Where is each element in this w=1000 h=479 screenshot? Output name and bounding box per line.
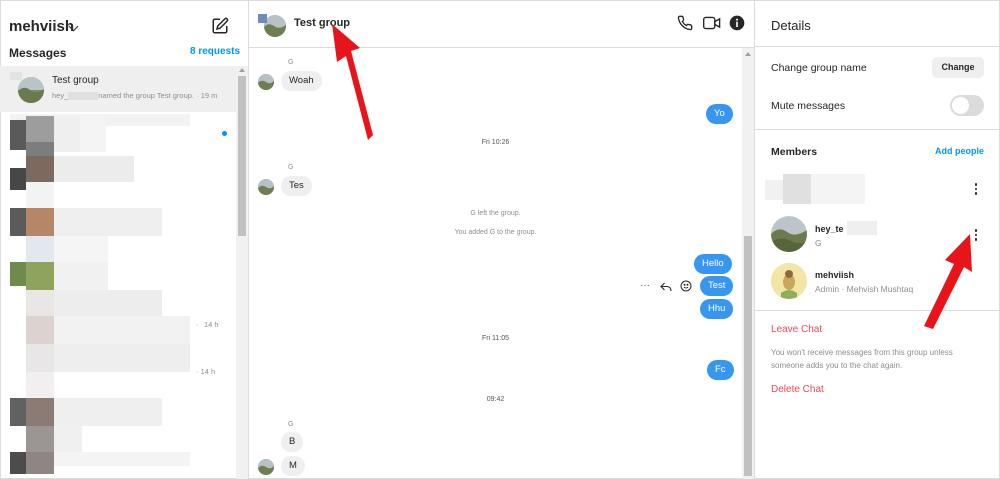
sender-name: G — [288, 59, 294, 66]
thread-time: · 14 h — [196, 367, 216, 376]
leave-chat-note: You won't receive messages from this gro… — [771, 348, 953, 370]
message-bubble-outgoing[interactable]: Fc — [707, 360, 734, 380]
member-name[interactable]: mehviish — [815, 270, 854, 280]
video-call-icon[interactable] — [703, 15, 721, 31]
info-icon[interactable] — [729, 15, 745, 31]
message-bubble-incoming[interactable]: Woah — [281, 71, 322, 91]
system-message: G left the group. — [470, 210, 521, 217]
compose-icon[interactable] — [211, 17, 229, 35]
annotation-arrow-icon — [924, 234, 972, 329]
member-avatar — [771, 263, 807, 299]
thread-name: Test group — [52, 75, 99, 86]
mute-messages-toggle[interactable] — [950, 95, 984, 116]
group-avatar — [18, 77, 44, 103]
divider — [755, 129, 1000, 130]
unread-indicator — [222, 131, 227, 136]
thread-preview: hey_ named the group Test group. · 19 m — [52, 91, 218, 101]
timestamp-divider: Fri 11:05 — [481, 335, 510, 342]
chat-scrollbar[interactable] — [742, 48, 754, 479]
leave-chat-button[interactable]: Leave Chat — [771, 324, 822, 335]
inbox-sidebar: mehviish Messages 8 requests Test group … — [0, 0, 249, 479]
add-people-link[interactable]: Add people — [935, 146, 984, 156]
delete-chat-button[interactable]: Delete Chat — [771, 384, 824, 395]
message-actions: ··· — [640, 280, 694, 294]
message-bubble-incoming[interactable]: Tes — [281, 176, 312, 196]
phone-icon[interactable] — [677, 15, 693, 31]
details-title: Details — [771, 18, 811, 33]
sender-avatar — [258, 179, 274, 195]
sender-avatar — [258, 74, 274, 90]
sender-name: G — [288, 164, 294, 171]
group-avatar[interactable] — [264, 15, 286, 37]
emoji-react-icon[interactable] — [680, 280, 692, 292]
divider — [755, 46, 1000, 47]
message-bubble-outgoing[interactable]: Hello — [694, 254, 732, 274]
member-name[interactable]: hey_te — [815, 224, 844, 234]
system-message: You added G to the group. — [454, 229, 537, 236]
account-username[interactable]: mehviish — [9, 18, 74, 35]
change-group-name-label: Change group name — [771, 62, 867, 74]
members-heading: Members — [771, 146, 818, 158]
sidebar-scrollbar[interactable] — [236, 66, 248, 479]
more-options-icon[interactable]: ··· — [640, 280, 650, 291]
annotation-arrow-icon — [332, 24, 373, 140]
sender-name: G — [288, 421, 294, 428]
messages-heading: Messages — [9, 46, 67, 60]
reply-icon[interactable] — [660, 281, 672, 292]
time-dot: · — [196, 320, 199, 329]
change-group-name-button[interactable]: Change — [932, 57, 984, 78]
secondary-avatar — [258, 14, 267, 23]
member-avatar — [771, 216, 807, 252]
blurred-name — [847, 221, 877, 235]
mute-messages-label: Mute messages — [771, 100, 846, 112]
sender-avatar — [258, 459, 274, 475]
message-bubble-outgoing[interactable]: Hhu — [700, 299, 734, 319]
timestamp-divider: 09:42 — [486, 396, 505, 403]
message-bubble-outgoing[interactable]: Test — [700, 276, 734, 296]
blurred-avatar-stack — [10, 72, 22, 80]
requests-link[interactable]: 8 requests — [190, 46, 240, 57]
member-subtitle: Admin · Mehvish Mushtaq — [815, 284, 914, 294]
member-subtitle: G — [815, 238, 822, 248]
member-options-icon[interactable] — [974, 183, 978, 197]
message-bubble-incoming[interactable]: B — [281, 432, 304, 452]
message-bubble-incoming[interactable]: M — [281, 456, 305, 476]
thread-item-test-group[interactable]: Test group hey_ named the group Test grou… — [0, 66, 236, 112]
message-bubble-outgoing[interactable]: Yo — [706, 104, 733, 124]
inbox-header: mehviish Messages 8 requests — [0, 0, 248, 62]
thread-time: 14 h — [204, 320, 219, 329]
